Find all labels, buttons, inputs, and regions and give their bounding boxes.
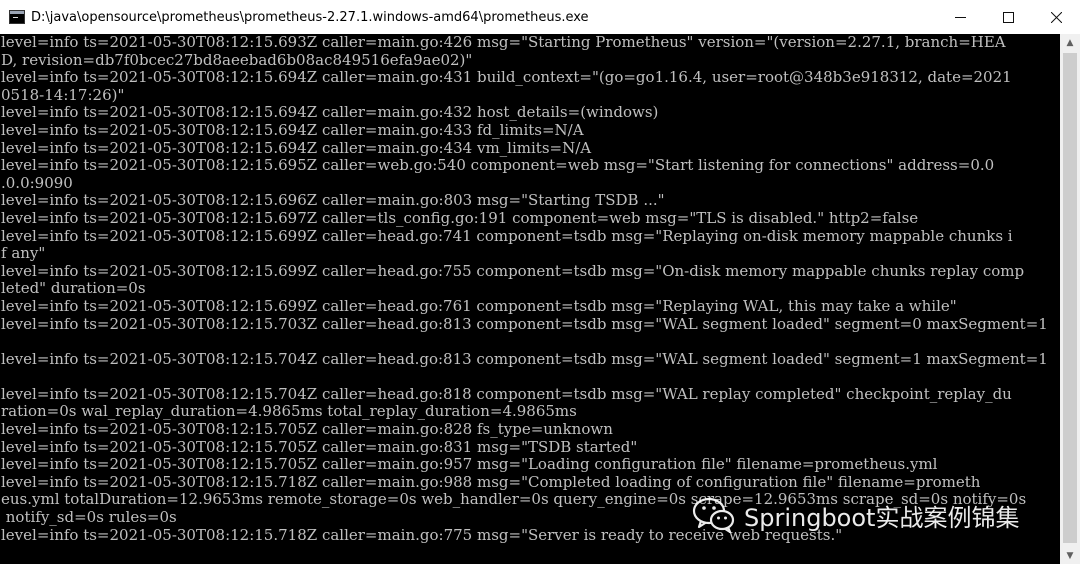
console-line: D, revision=db7f0bcec27bd8aeebad6b08ac84… bbox=[1, 50, 473, 69]
window-controls bbox=[936, 0, 1080, 34]
console-line: level=info ts=2021-05-30T08:12:15.695Z c… bbox=[1, 156, 995, 175]
scroll-up-arrow-icon[interactable]: ▲ bbox=[1060, 34, 1080, 51]
console-line: level=info ts=2021-05-30T08:12:15.696Z c… bbox=[1, 191, 665, 210]
console-line: level=info ts=2021-05-30T08:12:15.705Z c… bbox=[1, 455, 938, 474]
watermark: Springboot实战案例锦集 bbox=[692, 494, 1019, 536]
console-line: level=info ts=2021-05-30T08:12:15.697Z c… bbox=[1, 208, 919, 227]
watermark-text: Springboot实战案例锦集 bbox=[744, 503, 1020, 532]
scroll-down-arrow-icon[interactable]: ▼ bbox=[1060, 547, 1080, 564]
minimize-icon bbox=[954, 16, 966, 18]
console-output[interactable]: level=info ts=2021-05-30T08:12:15.693Z c… bbox=[0, 34, 1060, 564]
wechat-icon bbox=[692, 497, 735, 534]
console-line: level=info ts=2021-05-30T08:12:15.699Z c… bbox=[1, 296, 957, 315]
console-line: level=info ts=2021-05-30T08:12:15.704Z c… bbox=[1, 384, 1012, 403]
console-line: level=info ts=2021-05-30T08:12:15.699Z c… bbox=[1, 261, 1025, 280]
maximize-icon bbox=[1002, 11, 1014, 23]
console-line: level=info ts=2021-05-30T08:12:15.703Z c… bbox=[1, 314, 1048, 333]
close-button[interactable] bbox=[1032, 0, 1080, 34]
close-icon bbox=[1050, 11, 1062, 23]
console-line: 0518-14:17:26)" bbox=[1, 85, 125, 104]
console-line: level=info ts=2021-05-30T08:12:15.704Z c… bbox=[1, 349, 1048, 368]
console-line: f any" bbox=[1, 244, 46, 263]
scroll-thumb[interactable] bbox=[1063, 53, 1077, 543]
console-line: level=info ts=2021-05-30T08:12:15.699Z c… bbox=[1, 226, 1013, 245]
console-line: level=info ts=2021-05-30T08:12:15.694Z c… bbox=[1, 68, 1012, 87]
console-line: level=info ts=2021-05-30T08:12:15.705Z c… bbox=[1, 437, 638, 456]
console-line: .0.0:9090 bbox=[1, 173, 73, 192]
console-line: level=info ts=2021-05-30T08:12:15.718Z c… bbox=[1, 472, 981, 491]
console-app-icon bbox=[9, 10, 25, 24]
vertical-scrollbar[interactable]: ▲ ▼ bbox=[1060, 34, 1080, 564]
console-line: ration=0s wal_replay_duration=4.9865ms t… bbox=[1, 402, 577, 421]
maximize-button[interactable] bbox=[984, 0, 1032, 34]
minimize-button[interactable] bbox=[936, 0, 984, 34]
console-line: level=info ts=2021-05-30T08:12:15.694Z c… bbox=[1, 120, 584, 139]
console-line: level=info ts=2021-05-30T08:12:15.694Z c… bbox=[1, 103, 659, 122]
console-line: level=info ts=2021-05-30T08:12:15.694Z c… bbox=[1, 138, 592, 157]
title-bar[interactable]: D:\java\opensource\prometheus\prometheus… bbox=[0, 0, 1080, 34]
window-title: D:\java\opensource\prometheus\prometheus… bbox=[31, 9, 589, 25]
console-line: level=info ts=2021-05-30T08:12:15.693Z c… bbox=[1, 34, 1006, 51]
console-line: level=info ts=2021-05-30T08:12:15.705Z c… bbox=[1, 420, 613, 439]
console-line: leted" duration=0s bbox=[1, 279, 146, 298]
